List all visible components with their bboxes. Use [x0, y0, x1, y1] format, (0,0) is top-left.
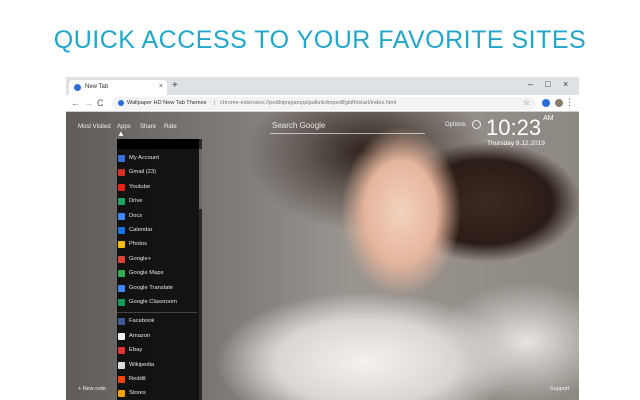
- apps-menu-item-label: Google Maps: [129, 270, 164, 277]
- forward-icon[interactable]: →: [84, 98, 93, 108]
- date-label: Thursday 8.12.2019: [487, 140, 545, 147]
- time-value: 10:23: [486, 115, 542, 140]
- minimize-icon[interactable]: –: [528, 79, 533, 89]
- tab-close-icon[interactable]: ×: [159, 83, 163, 90]
- close-window-icon[interactable]: ×: [563, 79, 568, 89]
- apps-menu-item-label: Google Translate: [129, 284, 174, 291]
- dropdown-header: [117, 139, 202, 149]
- apps-menu-item[interactable]: Docs: [117, 210, 197, 224]
- wikipedia-icon: [118, 361, 125, 369]
- apps-menu-item[interactable]: Youtube: [117, 181, 197, 195]
- profile-avatar[interactable]: [555, 99, 563, 107]
- new-note-button[interactable]: + New note: [78, 386, 106, 392]
- ebay-icon: [118, 347, 125, 355]
- clock-time: 10:23 AM: [486, 115, 554, 141]
- extension-button-icon[interactable]: [542, 99, 550, 107]
- address-bar[interactable]: Wallpaper HD New Tab Themes | chrome-ext…: [112, 97, 536, 110]
- options-link[interactable]: Options: [445, 122, 466, 128]
- apps-menu-item[interactable]: Stores: [117, 387, 197, 400]
- apps-menu-item-label: Gmail (23): [129, 169, 157, 176]
- gmail-icon: [118, 169, 125, 177]
- photos-icon: [118, 241, 125, 249]
- account-icon: [118, 155, 125, 162]
- apps-menu-item[interactable]: Google Translate: [117, 282, 197, 296]
- apps-menu-item-label: Photos: [129, 241, 148, 248]
- url-title: Wallpaper HD New Tab Themes: [127, 100, 207, 106]
- bookmark-star-icon[interactable]: ☆: [523, 98, 530, 107]
- menu-divider: [117, 312, 197, 314]
- apps-menu-item-label: My Account: [129, 155, 159, 161]
- apps-menu-item-label: Google+: [129, 255, 152, 262]
- apps-menu-item-label: Wikipedia: [129, 361, 155, 368]
- apps-menu-item[interactable]: Google Maps: [117, 267, 197, 281]
- apps-menu-item[interactable]: Ebay: [117, 344, 197, 358]
- googleplus-icon: [118, 255, 125, 263]
- apps-menu-item-label: Drive: [129, 198, 143, 205]
- reddit-icon: [118, 376, 125, 383]
- apps-menu-item-label: Calendar: [129, 227, 153, 233]
- apps-menu-item-label: Amazon: [129, 332, 151, 339]
- time-ampm: AM: [543, 115, 554, 122]
- url-separator: |: [214, 100, 216, 106]
- apps-menu-item[interactable]: Calendar: [117, 224, 197, 238]
- apps-menu-item-label: Google Classroom: [129, 299, 178, 305]
- calendar-icon: [118, 227, 125, 234]
- maximize-icon[interactable]: □: [545, 79, 550, 89]
- extension-icon: [118, 100, 124, 106]
- new-tab-button[interactable]: +: [172, 80, 178, 91]
- reload-icon[interactable]: C: [97, 98, 104, 108]
- nav-most-visited[interactable]: Most Visited: [78, 124, 111, 130]
- dropdown-scrollbar[interactable]: [199, 139, 202, 400]
- apps-menu-item[interactable]: Google+: [117, 253, 197, 267]
- apps-menu-item[interactable]: Wikipedia: [117, 359, 197, 373]
- translate-icon: [118, 284, 125, 292]
- apps-menu-item-label: Facebook: [129, 318, 155, 325]
- apps-menu-item[interactable]: Photos: [117, 238, 197, 252]
- tab-title: New Tab: [85, 84, 109, 90]
- search-input[interactable]: Search Google: [270, 121, 425, 134]
- chrome-favicon-icon: [74, 84, 81, 91]
- clock-icon[interactable]: [472, 120, 481, 129]
- browser-window: New Tab × + – □ × ← → C Wallpaper HD New…: [66, 77, 579, 400]
- youtube-icon: [118, 183, 125, 191]
- apps-menu-item-label: Youtube: [129, 183, 151, 190]
- apps-menu-item[interactable]: Facebook: [117, 315, 197, 329]
- apps-menu-item-label: Ebay: [129, 347, 143, 354]
- new-tab-page: Most Visited Apps Share Rate ▲ Search Go…: [66, 112, 579, 400]
- facebook-icon: [118, 318, 125, 326]
- amazon-icon: [118, 332, 125, 340]
- scrollbar-thumb[interactable]: [199, 149, 202, 209]
- apps-menu-item[interactable]: Gmail (23): [117, 166, 197, 180]
- docs-icon: [118, 212, 125, 220]
- apps-dropdown-menu: My Account Gmail (23) Youtube Drive Docs Cale…: [117, 139, 202, 400]
- apps-menu-item[interactable]: Google Classroom: [117, 296, 197, 310]
- classroom-icon: [118, 299, 125, 306]
- nav-rate[interactable]: Rate: [164, 124, 177, 130]
- url-text: chrome-extension://pedbipnpjampplpalknkd…: [220, 100, 397, 106]
- drive-icon: [118, 198, 125, 206]
- headline: QUICK ACCESS TO YOUR FAVORITE SITES: [53, 26, 587, 54]
- stores-icon: [118, 390, 125, 398]
- apps-menu-item-label: Stores: [129, 390, 146, 397]
- support-link[interactable]: Support: [550, 386, 569, 392]
- apps-menu-item[interactable]: Drive: [117, 195, 197, 209]
- apps-menu-item[interactable]: My Account: [117, 152, 197, 166]
- apps-menu-item-label: Reddit: [129, 376, 146, 382]
- tab-strip: New Tab × + – □ ×: [66, 77, 579, 95]
- maps-icon: [118, 270, 125, 278]
- chrome-menu-icon[interactable]: ⋮: [565, 97, 574, 108]
- apps-menu-item-label: Docs: [129, 212, 143, 219]
- mouse-cursor-icon: ▲: [117, 129, 125, 138]
- tab-new-tab[interactable]: New Tab ×: [69, 80, 167, 95]
- toolbar: ← → C Wallpaper HD New Tab Themes | chro…: [66, 95, 579, 112]
- back-icon[interactable]: ←: [71, 98, 80, 108]
- apps-menu-item[interactable]: Reddit: [117, 373, 197, 387]
- nav-share[interactable]: Share: [140, 124, 156, 130]
- apps-menu-item[interactable]: Amazon: [117, 330, 197, 344]
